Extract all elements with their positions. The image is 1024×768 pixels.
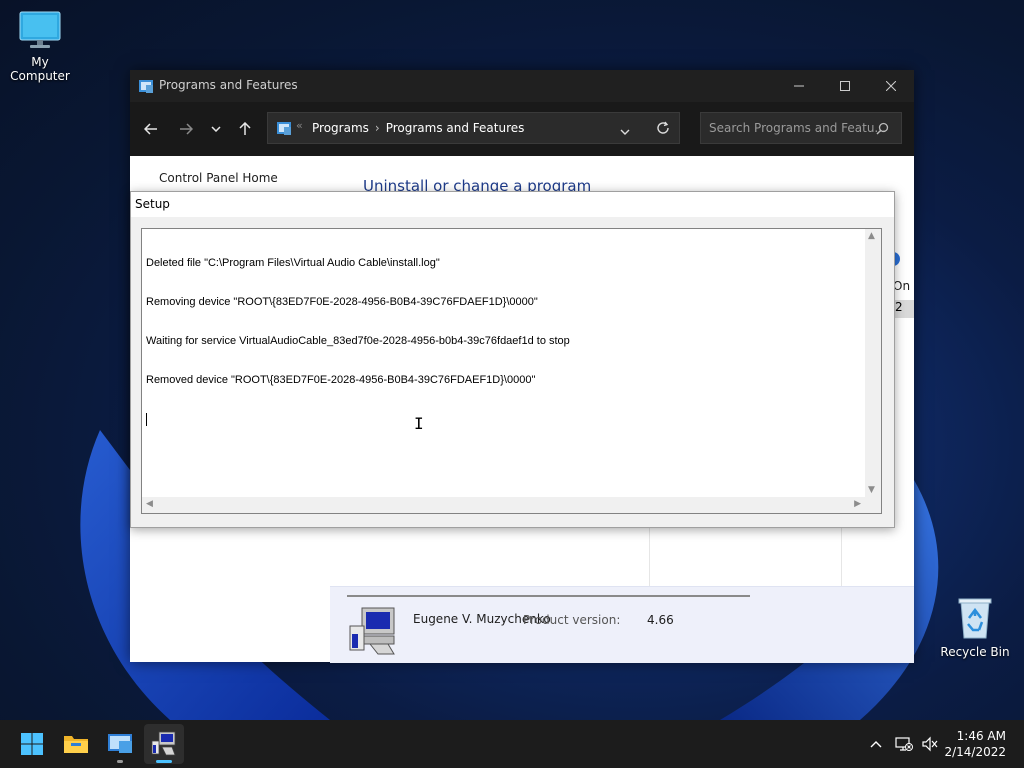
log-line: Removing device "ROOT\{83ED7F0E-2028-495… xyxy=(146,296,538,308)
refresh-button[interactable] xyxy=(656,121,670,138)
chevron-down-icon xyxy=(620,129,630,135)
log-line: Removed device "ROOT\{83ED7F0E-2028-4956… xyxy=(146,374,536,386)
text-caret xyxy=(146,413,147,426)
product-version-label: Product version: xyxy=(523,613,621,627)
show-hidden-icons-button[interactable] xyxy=(864,720,888,768)
desktop-icon-label: Recycle Bin xyxy=(940,645,1010,659)
horizontal-scrollbar[interactable] xyxy=(347,595,750,597)
arrow-up-icon xyxy=(239,122,251,135)
log-line: Deleted file "C:\Program Files\Virtual A… xyxy=(146,257,440,269)
column-header-installed-on[interactable]: On xyxy=(893,279,910,293)
scroll-left-arrow-icon[interactable]: ◀ xyxy=(146,499,153,509)
setup-log: Deleted file "C:\Program Files\Virtual A… xyxy=(146,231,570,452)
taskbar: 1:46 AM 2/14/2022 xyxy=(0,720,1024,768)
control-panel-home-link[interactable]: Control Panel Home xyxy=(159,171,278,185)
close-icon xyxy=(886,81,896,91)
setup-log-textbox[interactable]: Deleted file "C:\Program Files\Virtual A… xyxy=(141,228,882,514)
search-icon xyxy=(876,122,889,135)
recycle-bin-icon xyxy=(958,598,992,639)
window-title: Programs and Features xyxy=(159,78,298,92)
scrollbar-corner xyxy=(865,497,881,513)
recent-locations-button[interactable] xyxy=(203,116,229,142)
scroll-down-arrow-icon[interactable]: ▼ xyxy=(868,485,875,495)
up-button[interactable] xyxy=(232,116,258,142)
scroll-right-arrow-icon[interactable]: ▶ xyxy=(854,499,861,509)
arrow-right-icon xyxy=(180,123,193,135)
desktop-icon-my-computer[interactable]: My Computer xyxy=(0,10,80,83)
start-button[interactable] xyxy=(12,724,52,764)
address-dropdown-button[interactable] xyxy=(620,124,630,138)
breadcrumb: Programs › Programs and Features xyxy=(312,121,524,135)
maximize-button[interactable] xyxy=(822,70,868,102)
search-box[interactable]: Search Programs and Featu... xyxy=(700,112,902,144)
refresh-icon xyxy=(657,121,669,134)
maximize-icon xyxy=(840,81,850,91)
system-clock[interactable]: 1:46 AM 2/14/2022 xyxy=(944,728,1006,760)
log-line: Waiting for service VirtualAudioCable_83… xyxy=(146,335,570,347)
breadcrumb-item-programs-and-features[interactable]: Programs and Features xyxy=(386,121,525,135)
minimize-button[interactable] xyxy=(776,70,822,102)
search-input[interactable]: Search Programs and Featu... xyxy=(709,121,886,135)
control-panel-icon xyxy=(277,122,291,135)
volume-button[interactable] xyxy=(918,720,942,768)
chevron-up-icon xyxy=(870,741,882,748)
setup-program-icon xyxy=(349,607,395,655)
address-bar[interactable]: « Programs › Programs and Features xyxy=(267,112,680,144)
desktop-icon-recycle-bin[interactable]: Recycle Bin xyxy=(935,596,1015,659)
start-icon xyxy=(21,733,43,755)
forward-button[interactable] xyxy=(173,116,199,142)
details-pane: Eugene V. Muzychenko Product version: 4.… xyxy=(330,586,914,663)
active-indicator xyxy=(156,760,172,763)
window-titlebar[interactable]: Programs and Features xyxy=(130,70,914,102)
volume-muted-icon xyxy=(922,736,938,752)
monitor-icon xyxy=(19,11,61,48)
network-disconnected-icon xyxy=(895,737,913,751)
breadcrumb-separator: › xyxy=(374,121,380,135)
back-button[interactable] xyxy=(138,116,164,142)
taskbar-setup[interactable] xyxy=(144,724,184,764)
setup-app-icon xyxy=(151,731,176,756)
selected-row-cell[interactable]: 2 xyxy=(892,300,914,318)
control-panel-icon xyxy=(139,80,153,93)
product-version-value: 4.66 xyxy=(647,613,674,627)
clock-time: 1:46 AM xyxy=(956,729,1006,743)
control-panel-icon xyxy=(108,734,132,753)
running-indicator xyxy=(117,760,123,763)
taskbar-control-panel[interactable] xyxy=(100,724,140,764)
text-cursor-icon: I xyxy=(414,414,424,433)
horizontal-scrollbar[interactable]: ◀ ▶ xyxy=(142,497,865,513)
minimize-icon xyxy=(794,85,804,87)
taskbar-file-explorer[interactable] xyxy=(56,724,96,764)
scroll-up-arrow-icon[interactable]: ▲ xyxy=(868,231,875,241)
breadcrumb-overflow[interactable]: « xyxy=(296,119,303,132)
arrow-left-icon xyxy=(144,123,157,135)
vertical-scrollbar[interactable]: ▲ ▼ xyxy=(865,229,881,497)
setup-title: Setup xyxy=(135,197,170,211)
desktop-icon-label: My Computer xyxy=(10,55,70,83)
navigation-bar: « Programs › Programs and Features Search … xyxy=(130,102,914,156)
network-status-button[interactable] xyxy=(892,720,916,768)
setup-titlebar[interactable]: Setup xyxy=(131,192,894,217)
setup-dialog: Setup Deleted file "C:\Program Files\Vir… xyxy=(130,191,895,528)
breadcrumb-item-programs[interactable]: Programs xyxy=(312,121,369,135)
file-explorer-icon xyxy=(64,736,88,753)
close-button[interactable] xyxy=(868,70,914,102)
clock-date: 2/14/2022 xyxy=(944,745,1006,759)
chevron-down-icon xyxy=(211,126,221,132)
